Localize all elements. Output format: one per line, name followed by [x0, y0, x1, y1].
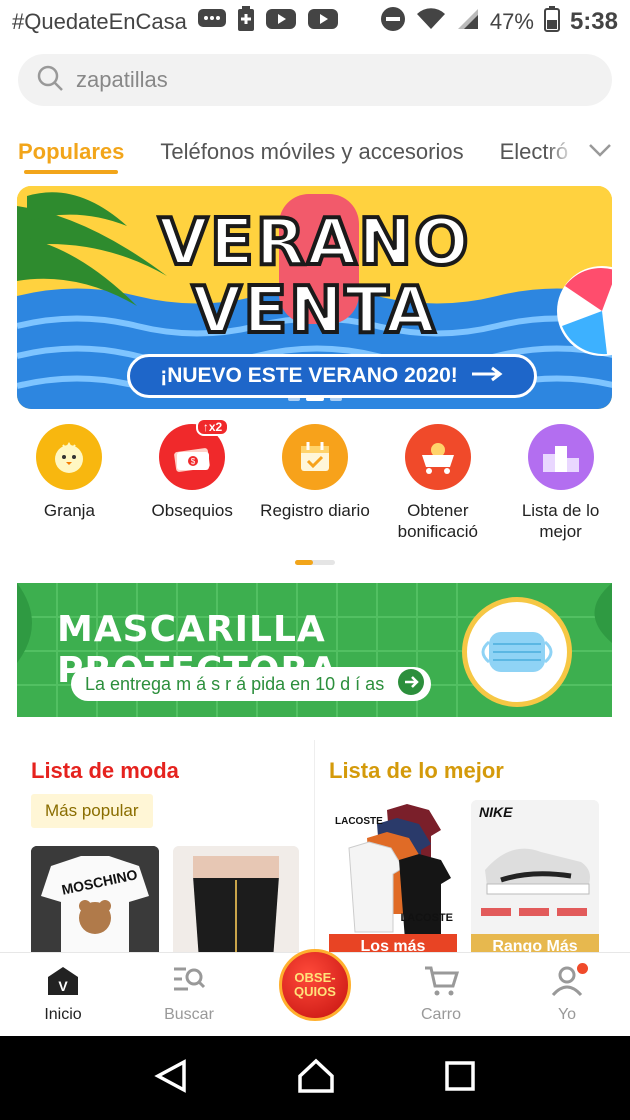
brand-label: LACOSTE: [335, 816, 383, 827]
banner-title-line2: VENTA: [190, 272, 438, 350]
banner-dot: [329, 397, 342, 401]
category-tabs: Populares Teléfonos móviles y accesorios…: [0, 120, 630, 184]
quick-action-bonificacion[interactable]: Obtener bonificació: [380, 424, 496, 554]
product-thumbnail-polos[interactable]: LACOSTE LACOSTE Los más: [329, 800, 457, 960]
notification-dot: [577, 963, 588, 974]
cart-icon: [423, 965, 460, 1002]
podium-icon: [527, 424, 594, 490]
money-gift-icon: $ ↑x2: [159, 418, 230, 490]
promo-subtitle: La entrega m á s r á pida en 10 d í as: [85, 673, 385, 694]
browse-icon: [172, 965, 206, 1002]
tab-populares[interactable]: Populares: [18, 120, 124, 184]
svg-text:V: V: [58, 978, 68, 994]
quick-action-label: Lista de lo mejor: [521, 501, 600, 541]
banner-dot-active: [305, 397, 324, 401]
brand-label: LACOSTE: [400, 912, 453, 924]
product-thumbnail-sneakers[interactable]: NIKE Rango Más: [471, 800, 599, 960]
wifi-icon: [416, 7, 446, 37]
system-navigation-bar: [0, 1036, 630, 1120]
signal-icon: [456, 7, 480, 37]
home-circle-icon[interactable]: [297, 1058, 335, 1099]
mask-promo-banner[interactable]: MASCARILLA PROTECTORA La entrega m á s r…: [17, 583, 612, 717]
youtube-icon: [265, 8, 297, 36]
nav-label: Yo: [557, 1006, 577, 1023]
nav-yo[interactable]: Yo: [504, 953, 630, 1036]
banner-pagination: [287, 397, 342, 401]
search-placeholder: zapatillas: [76, 67, 168, 92]
best-list[interactable]: Lista de lo mejor LACOSTE LACOSTE Los má…: [315, 740, 612, 960]
gift-label: OBSE-QUIOS: [294, 970, 336, 999]
quick-action-registro[interactable]: Registro diario: [257, 424, 373, 554]
ranking-lists: Lista de moda Más popular MOSCHINO Lista…: [17, 740, 612, 960]
battery-icon: [543, 6, 560, 38]
summer-sale-banner[interactable]: VERANO VENTA ¡NUEVO ESTE VERANO 2020!: [17, 186, 612, 409]
nav-inicio[interactable]: V Inicio: [0, 953, 126, 1036]
banner-cta[interactable]: ¡NUEVO ESTE VERANO 2020!: [127, 354, 537, 398]
message-icon: [197, 7, 227, 37]
nav-obsequios[interactable]: OBSE-QUIOS: [252, 949, 378, 1036]
nav-label: Carro: [420, 1006, 461, 1023]
nav-buscar[interactable]: Buscar: [126, 953, 252, 1036]
calendar-check-icon: [281, 424, 348, 490]
search-input[interactable]: zapatillas: [18, 54, 612, 106]
clock: 5:38: [569, 8, 618, 35]
quick-action-label: Obsequios: [151, 501, 233, 520]
chevron-down-icon: [588, 143, 612, 162]
chick-icon: [36, 424, 103, 490]
recents-icon[interactable]: [444, 1060, 476, 1097]
quick-action-label: Granja: [43, 501, 95, 520]
banner-title-line1: VERANO: [156, 204, 471, 282]
quick-action-label: Obtener bonificació: [397, 501, 478, 541]
most-popular-tag: Más popular: [31, 794, 153, 828]
best-list-title: Lista de lo mejor: [329, 758, 504, 783]
battery-percent: 47%: [489, 9, 534, 34]
quick-actions-scroll-indicator: [295, 560, 335, 565]
product-thumbnail-shirt[interactable]: MOSCHINO: [31, 846, 159, 960]
bottom-navigation: V Inicio Buscar OBSE-QUIOS Carro Yo: [0, 949, 630, 1036]
fashion-list[interactable]: Lista de moda Más popular MOSCHINO: [17, 740, 315, 960]
banner-dot: [287, 397, 300, 401]
nav-label: Buscar: [164, 1006, 214, 1023]
promo-subtitle-pill: La entrega m á s r á pida en 10 d í as: [71, 667, 431, 701]
tshirt-image: [31, 846, 159, 960]
tab-telefonos[interactable]: Teléfonos móviles y accesorios: [160, 120, 463, 184]
home-icon: V: [46, 965, 80, 1002]
tabs-expand-button[interactable]: [546, 120, 630, 184]
do-not-disturb-icon: [380, 6, 406, 38]
carrier-text: #QuedateEnCasa: [12, 9, 187, 34]
brand-label: NIKE: [479, 804, 513, 820]
svg-text:$: $: [191, 457, 196, 466]
youtube-icon: [307, 8, 339, 36]
nav-label: Inicio: [44, 1006, 82, 1023]
battery-saver-icon: [237, 6, 255, 38]
search-bar-container: zapatillas: [0, 44, 630, 120]
quick-action-obsequios[interactable]: $ ↑x2 Obsequios: [134, 418, 250, 554]
cart-coins-icon: [404, 424, 471, 490]
quick-actions: Granja $ ↑x2 Obsequios Registro diario O…: [0, 418, 630, 554]
banner-cta-label: ¡NUEVO ESTE VERANO 2020!: [160, 364, 458, 387]
quick-action-lista-mejor[interactable]: Lista de lo mejor: [503, 424, 619, 554]
fashion-list-title: Lista de moda: [31, 758, 179, 783]
face-mask-image: [462, 597, 572, 707]
jeans-image: [173, 846, 299, 960]
arrow-right-icon: [470, 364, 504, 388]
search-icon: [36, 64, 64, 97]
gift-icon: OBSE-QUIOS: [279, 949, 351, 1021]
status-bar: #QuedateEnCasa 47% 5:38: [0, 0, 630, 44]
quick-action-granja[interactable]: Granja: [11, 424, 127, 554]
nav-carro[interactable]: Carro: [378, 953, 504, 1036]
back-icon[interactable]: [154, 1058, 188, 1099]
profile-icon: [550, 963, 588, 1002]
double-badge: ↑x2: [195, 418, 230, 436]
product-thumbnail-jeans[interactable]: [173, 846, 299, 960]
quick-action-label: Registro diario: [260, 501, 370, 520]
arrow-circle-icon: [397, 668, 425, 701]
